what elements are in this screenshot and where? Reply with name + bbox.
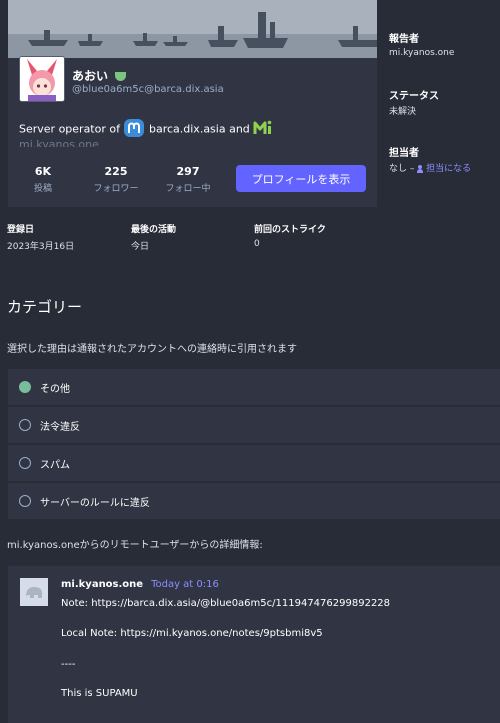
- avatar[interactable]: [19, 56, 65, 102]
- comment-timestamp: Today at 0:16: [151, 579, 219, 590]
- radio-icon[interactable]: [19, 457, 31, 469]
- comment-local-note-line: Local Note: https://mi.kyanos.one/notes/…: [61, 628, 323, 639]
- joined-value: 2023年3月16日: [7, 242, 75, 252]
- account-handle: @blue0a6m5c@barca.dix.asia: [72, 84, 224, 95]
- last-active-value: 今日: [131, 242, 150, 252]
- reporter-label: 報告者: [389, 34, 419, 45]
- joined-label: 登録日: [7, 225, 35, 235]
- category-option-label: サーバーのルールに違反: [40, 497, 150, 509]
- following-count-value: 297: [176, 165, 200, 178]
- strikes-value: 0: [254, 239, 260, 249]
- followers-count-value: 225: [104, 165, 128, 178]
- bio-overflow: mi.kyanos.one: [19, 138, 99, 147]
- comment-header: mi.kyanos.one Today at 0:16: [61, 579, 219, 590]
- posts-count[interactable]: 6K 投稿: [11, 165, 75, 194]
- category-option-spam[interactable]: スパム: [8, 445, 500, 481]
- bio-and: and: [229, 122, 250, 136]
- category-option-other[interactable]: その他: [8, 369, 500, 405]
- bio-prefix: Server operator of: [19, 122, 120, 136]
- bio-server-link[interactable]: barca.dix.asia: [149, 123, 226, 136]
- tea-emoji-icon: [115, 72, 127, 81]
- category-option-label: その他: [40, 383, 70, 395]
- strikes-label: 前回のストライク: [254, 225, 326, 235]
- posts-count-value: 6K: [34, 165, 52, 178]
- display-name: あおい: [72, 67, 127, 84]
- view-profile-button[interactable]: プロフィールを表示: [236, 165, 366, 192]
- user-icon: [417, 164, 424, 173]
- assignee-separator: –: [409, 164, 415, 174]
- last-active-label: 最後の活動: [131, 225, 177, 235]
- category-option-label: 法令違反: [40, 421, 80, 433]
- category-hint: 選択した理由は通報されたアカウントへの連絡時に引用されます: [7, 344, 297, 355]
- comment-separator: ----: [61, 659, 76, 670]
- category-title: カテゴリー: [7, 298, 83, 316]
- profile-header-image: [8, 0, 377, 58]
- category-option-legal[interactable]: 法令違反: [8, 407, 500, 443]
- report-comment: mi.kyanos.one Today at 0:16 Note: https:/…: [8, 566, 500, 723]
- radio-icon[interactable]: [19, 495, 31, 507]
- assign-to-self-label: 担当になる: [426, 164, 472, 174]
- assignee-value: なし: [389, 164, 408, 174]
- category-option-rule-violation[interactable]: サーバーのルールに違反: [8, 483, 500, 519]
- following-count-label: フォロー中: [165, 184, 211, 194]
- mastodon-emoji-icon: [123, 118, 145, 141]
- display-name-text: あおい: [72, 69, 109, 83]
- assign-to-self-link[interactable]: 担当になる: [417, 164, 471, 174]
- status-value: 未解決: [389, 107, 417, 117]
- misskey-emoji-icon: [253, 118, 275, 141]
- followers-count[interactable]: 225 フォロワー: [84, 165, 148, 194]
- comment-message: This is SUPAMU: [61, 688, 138, 699]
- followers-count-label: フォロワー: [93, 184, 139, 194]
- assignee-label: 担当者: [389, 148, 419, 159]
- following-count[interactable]: 297 フォロー中: [156, 165, 220, 194]
- status-label: ステータス: [389, 91, 439, 102]
- comment-note-line: Note: https://barca.dix.asia/@blue0a6m5c…: [61, 598, 391, 609]
- server-avatar[interactable]: [20, 578, 48, 606]
- posts-count-label: 投稿: [33, 184, 52, 194]
- assignee-row: なし – 担当になる: [389, 161, 471, 174]
- radio-icon[interactable]: [19, 419, 31, 431]
- remote-report-heading: mi.kyanos.oneからのリモートユーザーからの詳細情報:: [7, 540, 263, 551]
- reporter-value[interactable]: mi.kyanos.one: [389, 48, 454, 58]
- category-option-label: スパム: [40, 459, 70, 471]
- account-card: あおい @blue0a6m5c@barca.dix.asia Server op…: [8, 0, 377, 207]
- radio-checked-icon[interactable]: [19, 381, 31, 393]
- comment-author[interactable]: mi.kyanos.one: [61, 579, 143, 590]
